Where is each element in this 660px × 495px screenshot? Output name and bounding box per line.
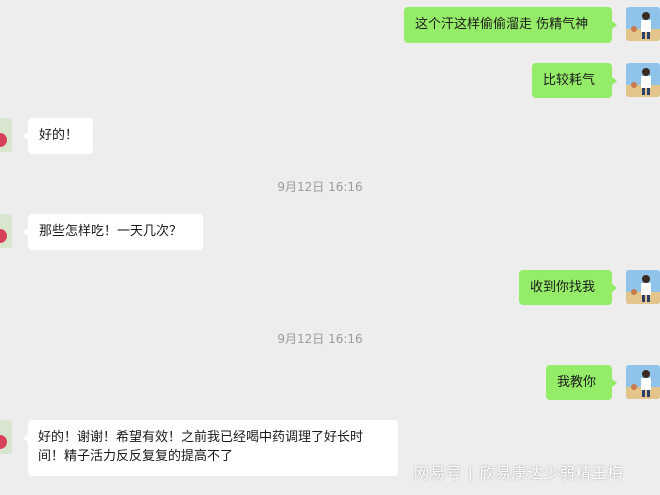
contact-message-bubble[interactable]: 好的！	[23, 118, 93, 154]
timestamp: 9月12日 16:16	[277, 332, 363, 346]
contact-avatar-icon[interactable]	[0, 214, 12, 248]
contact-avatar-icon[interactable]	[0, 420, 12, 454]
self-message-bubble[interactable]: 收到你找我	[519, 270, 617, 305]
contact-message-bubble[interactable]: 那些怎样吃！一天几次？	[23, 214, 203, 250]
timestamp: 9月12日 16:16	[277, 180, 363, 194]
watermark-separator: |	[462, 464, 480, 482]
self-message-bubble[interactable]: 这个汗这样偷偷溜走 伤精气神	[404, 7, 617, 43]
self-avatar-icon[interactable]	[626, 365, 660, 399]
self-message-bubble[interactable]: 比较耗气	[532, 63, 617, 98]
watermark: 网易号 | 欣易康达少弱精王梅	[414, 462, 624, 483]
self-avatar-icon[interactable]	[626, 63, 660, 97]
contact-message-bubble[interactable]: 好的！谢谢！希望有效！之前我已经喝中药调理了好长时间！精子活力反反复复的提高不了	[23, 420, 398, 476]
watermark-author: 欣易康达少弱精王梅	[479, 464, 624, 482]
self-avatar-icon[interactable]	[626, 270, 660, 304]
self-avatar-icon[interactable]	[626, 7, 660, 41]
self-message-bubble[interactable]: 我教你	[546, 365, 617, 400]
watermark-brand: 网易号	[414, 464, 463, 482]
contact-avatar-icon[interactable]	[0, 118, 12, 152]
